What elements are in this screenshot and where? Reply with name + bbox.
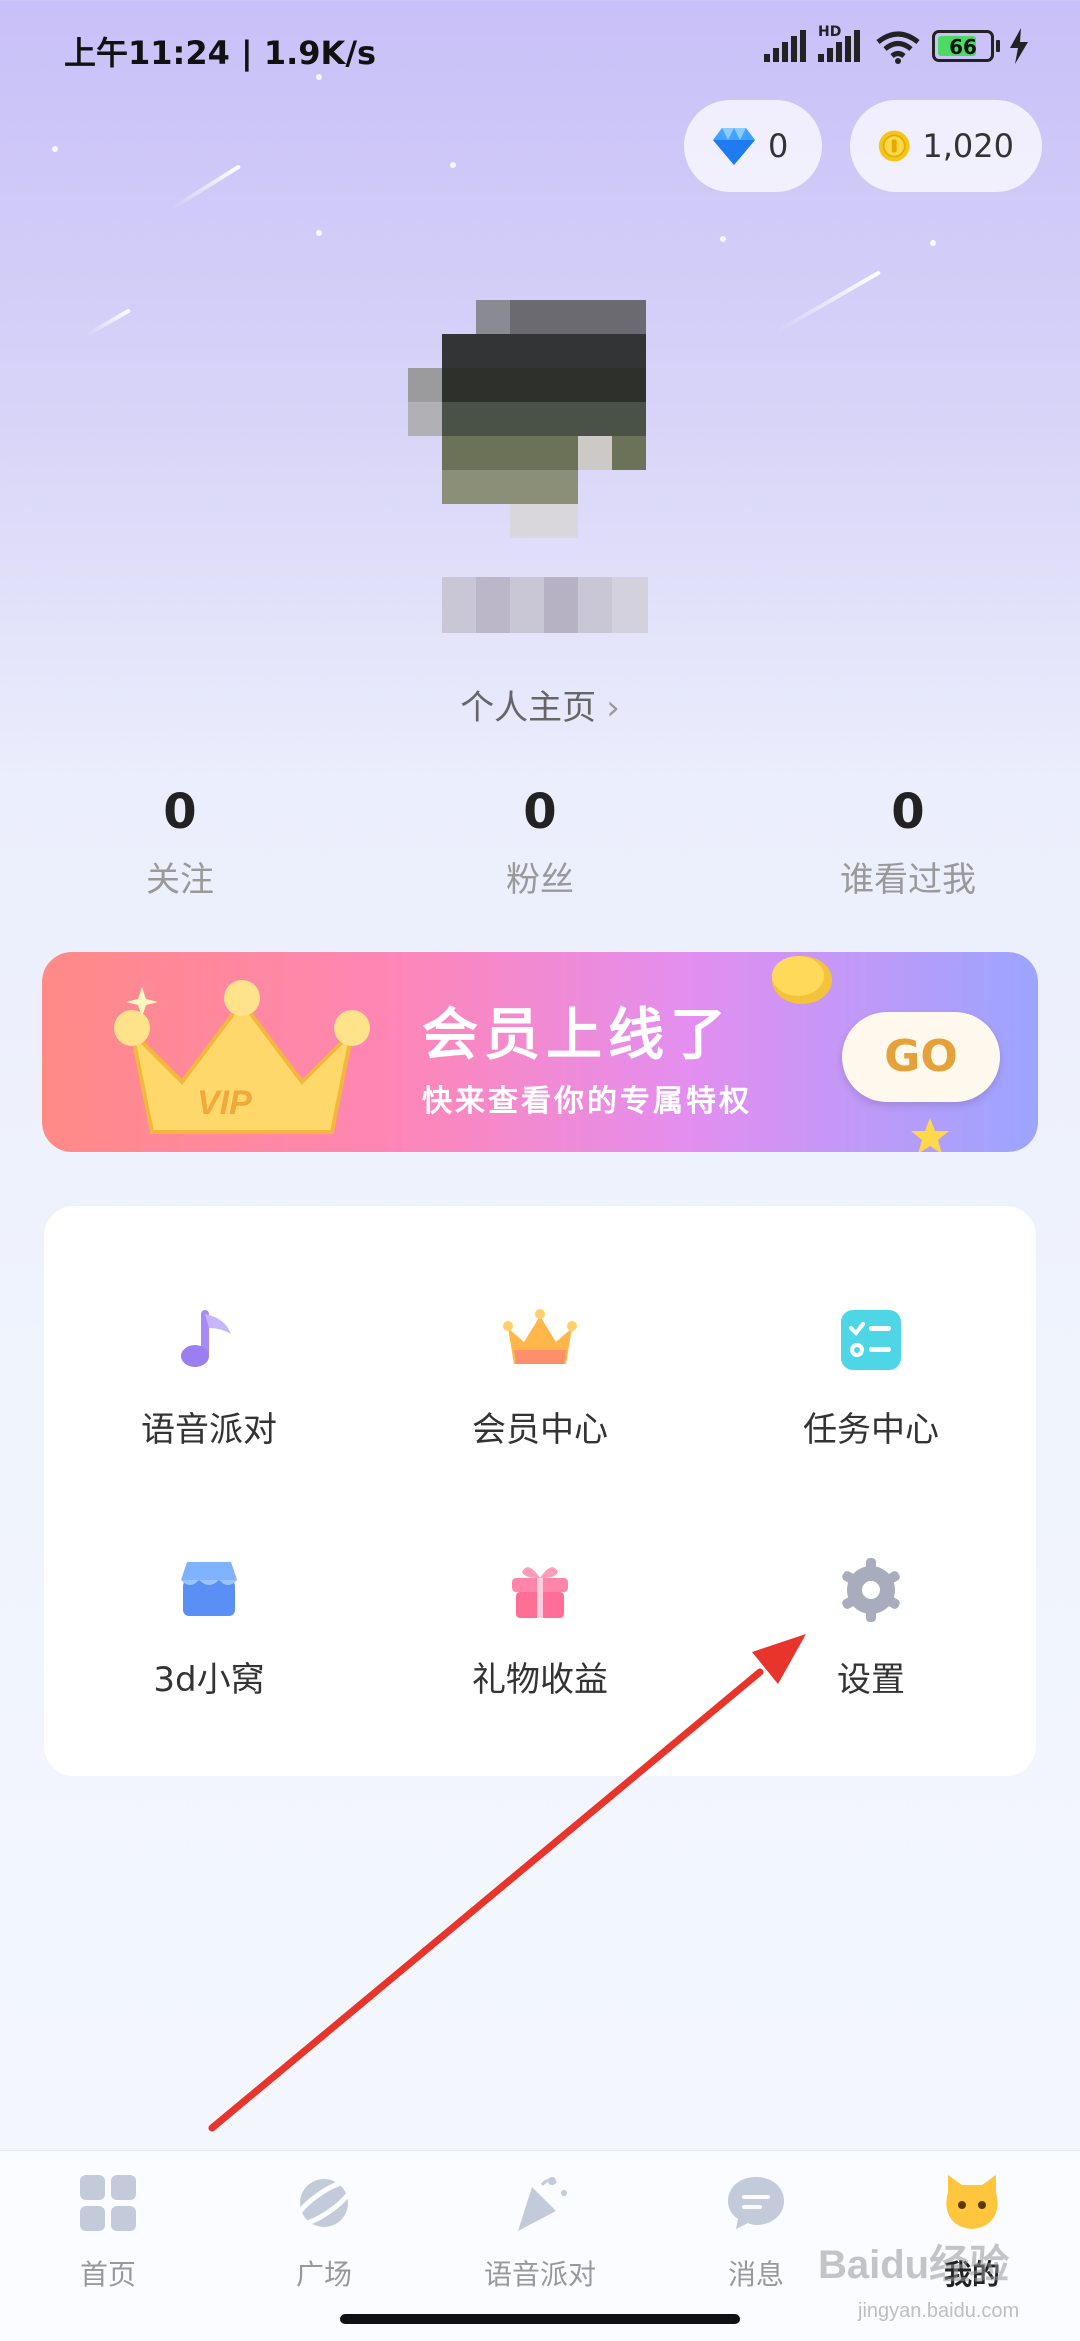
planet-icon bbox=[293, 2179, 355, 2227]
home-indicator bbox=[340, 2314, 740, 2324]
nav-label: 广场 bbox=[295, 2258, 352, 2291]
cat-face-icon bbox=[946, 2175, 998, 2229]
annotation-arrow-icon bbox=[208, 1634, 806, 2132]
nav-label: 语音派对 bbox=[483, 2258, 596, 2291]
baidu-watermark: Baidu经验 bbox=[818, 2243, 1010, 2287]
grid-icon bbox=[80, 2175, 136, 2231]
nav-item-voice-party[interactable]: 语音派对 bbox=[432, 2171, 648, 2293]
chat-bubble-icon bbox=[728, 2177, 784, 2229]
nav-item-home[interactable]: 首页 bbox=[0, 2171, 216, 2293]
party-popper-icon bbox=[518, 2177, 567, 2231]
nav-label: 首页 bbox=[79, 2258, 136, 2291]
watermark-url: jingyan.baidu.com bbox=[858, 2300, 1020, 2322]
nav-item-square[interactable]: 广场 bbox=[216, 2171, 432, 2293]
